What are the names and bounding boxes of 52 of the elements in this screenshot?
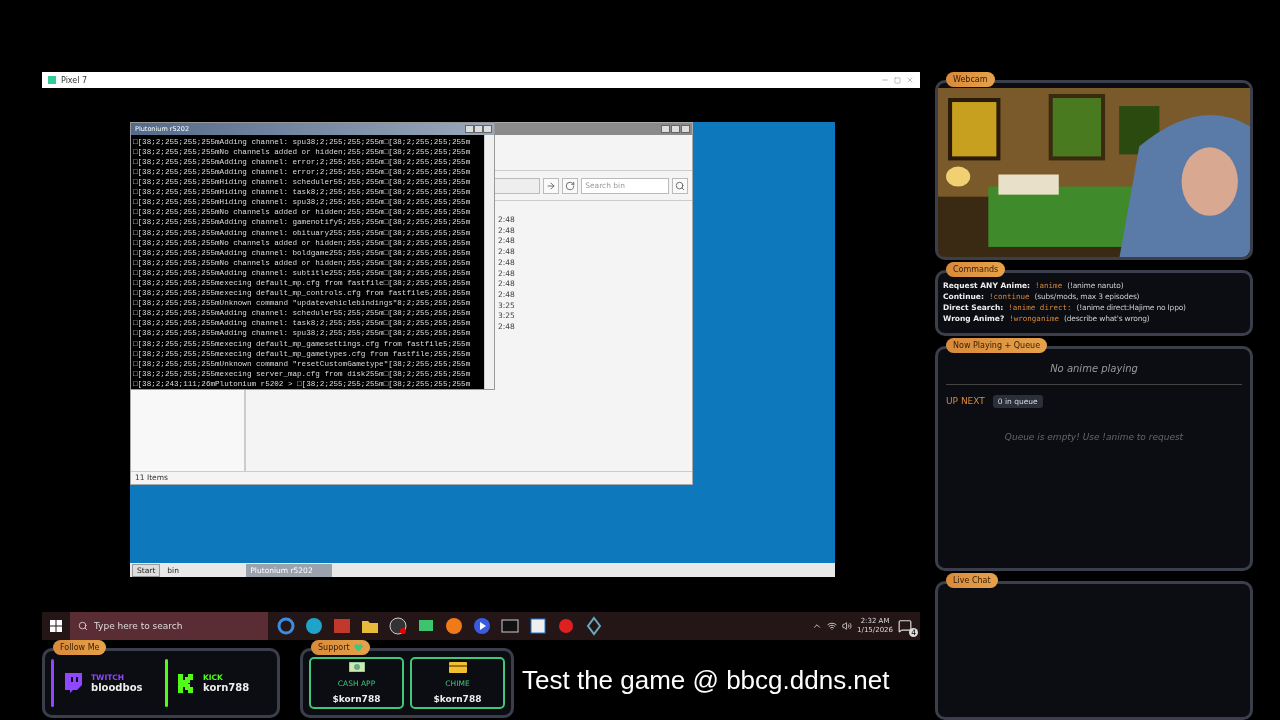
terminal-icon xyxy=(500,616,520,636)
record-button[interactable] xyxy=(556,616,576,636)
close-button[interactable] xyxy=(483,124,492,133)
account-handle: bloodbos xyxy=(91,682,143,693)
search-button[interactable] xyxy=(672,177,688,194)
panel-tag: Follow Me xyxy=(53,640,107,655)
close-button[interactable] xyxy=(681,125,690,133)
panel-tag: Webcam xyxy=(946,72,995,87)
maximize-button[interactable] xyxy=(671,125,680,133)
now-playing-text: No anime playing xyxy=(946,362,1242,385)
window-icon xyxy=(528,616,548,636)
panel-tag: Commands xyxy=(946,262,1006,277)
search-icon xyxy=(78,621,88,631)
play-button[interactable] xyxy=(472,616,492,636)
window-button[interactable] xyxy=(528,616,548,636)
up-next-heading: UP NEXT xyxy=(946,396,985,407)
play-icon xyxy=(472,616,492,636)
maximize-button[interactable] xyxy=(474,124,483,133)
minimize-button[interactable] xyxy=(465,124,474,133)
account-handle: korn788 xyxy=(203,682,250,693)
panel-tag: Support xyxy=(311,640,370,655)
network-icon[interactable] xyxy=(827,621,838,631)
circle-button[interactable] xyxy=(388,616,408,636)
panel-tag: Now Playing + Queue xyxy=(946,337,1048,353)
search-icon xyxy=(675,180,686,191)
search-field[interactable]: Type here to search xyxy=(70,612,268,640)
record-icon xyxy=(556,616,576,636)
chat-bubble-icon xyxy=(63,672,83,694)
heart-icon xyxy=(353,643,363,652)
notifications-icon[interactable] xyxy=(898,619,912,633)
credit-card-icon xyxy=(448,662,467,673)
windows-icon xyxy=(50,620,62,632)
banner-text: Test the game @ bbcg.ddns.net xyxy=(522,665,890,697)
diamond-icon xyxy=(584,616,604,636)
terminal-button[interactable] xyxy=(500,616,520,636)
circle-icon xyxy=(388,616,408,636)
refresh-icon xyxy=(565,180,576,191)
minimize-button[interactable] xyxy=(661,125,670,133)
panel-tag: Live Chat xyxy=(946,573,998,589)
payment-handle: $korn788 xyxy=(433,694,482,704)
window-title: Pixel 7 xyxy=(61,75,89,85)
k-shape-icon xyxy=(177,673,195,693)
chevron-icon[interactable] xyxy=(812,621,823,631)
empty-queue-text: Queue is empty! Use !anime to request xyxy=(1003,430,1185,442)
payment-handle: $korn788 xyxy=(332,694,381,704)
app-icon xyxy=(48,76,56,84)
refresh-button[interactable] xyxy=(562,177,579,194)
go-button[interactable] xyxy=(543,177,560,194)
arrow-icon xyxy=(546,180,557,191)
banknote-icon xyxy=(348,662,365,672)
volume-icon[interactable] xyxy=(842,621,853,631)
diamond-button[interactable] xyxy=(584,616,604,636)
